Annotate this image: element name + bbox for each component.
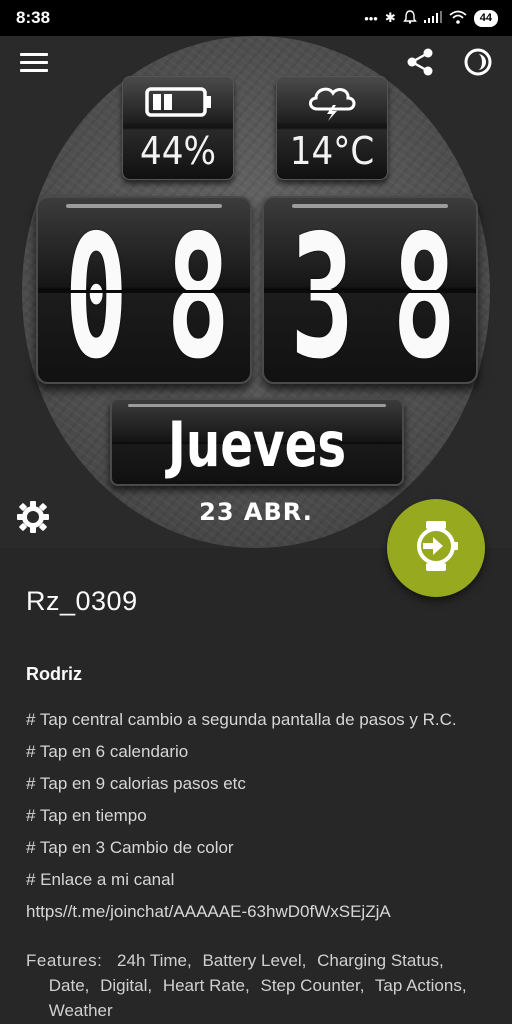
description-line: # Tap en tiempo: [26, 806, 147, 825]
minute-digits: 3 8: [264, 199, 476, 397]
feature-tag: Charging Status,: [317, 951, 444, 970]
battery-icon: [145, 87, 213, 122]
share-button[interactable]: [402, 46, 438, 82]
settings-button[interactable]: [14, 498, 52, 536]
flip-divider: [38, 290, 250, 293]
author-name[interactable]: Rodriz: [26, 664, 82, 685]
feature-tag: Digital,: [100, 976, 153, 995]
contrast-icon: [463, 47, 493, 82]
storm-cloud-icon: [305, 81, 359, 126]
feature-tag: Date,: [48, 976, 90, 995]
wifi-icon: [449, 10, 467, 27]
hour-digits: 0 8: [38, 199, 250, 397]
minute-digit-2: 8: [392, 199, 456, 397]
bluetooth-icon: ✱: [384, 10, 396, 25]
weather-tile-top: [277, 77, 387, 123]
watch-face-preview: 44% 14°C 0 8 3 8 Jueves 23 ABR.: [0, 36, 512, 548]
hamburger-menu-icon: [20, 51, 48, 78]
channel-link[interactable]: https//t.me/joinchat/AAAAAE-63hwD0fWxSEj…: [26, 902, 391, 922]
description-line: # Tap en 6 calendario: [26, 742, 189, 761]
feature-tag: Heart Rate,: [162, 976, 250, 995]
description-line: # Tap en 9 calorias pasos etc: [26, 774, 246, 793]
status-time: 8:38: [16, 8, 51, 27]
battery-complication[interactable]: 44%: [122, 76, 234, 180]
share-icon: [405, 47, 435, 82]
signal-icon: [423, 10, 442, 26]
description-line: # Tap central cambio a segunda pantalla …: [26, 710, 457, 729]
description-line: # Tap en 3 Cambio de color: [26, 838, 234, 857]
feature-tag: Battery Level,: [202, 951, 307, 970]
alarm-icon: [402, 9, 417, 27]
minute-flip-tile[interactable]: 3 8: [262, 196, 478, 384]
feature-tag: Tap Actions,: [374, 976, 467, 995]
feature-tag: Step Counter,: [260, 976, 365, 995]
battery-value: 44%: [140, 129, 216, 173]
description-line: # Enlace a mi canal: [26, 870, 175, 889]
watchface-title: Rz_0309: [26, 586, 138, 616]
gear-icon: [14, 501, 52, 540]
weather-complication[interactable]: 14°C: [276, 76, 388, 180]
day-flip-tile[interactable]: Jueves: [110, 398, 404, 486]
battery-indicator: 44: [473, 9, 498, 27]
minute-digit-1: 3: [290, 199, 354, 397]
hour-digit-2: 8: [166, 199, 230, 397]
status-bar: 8:38 ••• ✱ 44: [0, 0, 512, 36]
hour-flip-tile[interactable]: 0 8: [36, 196, 252, 384]
menu-button[interactable]: [16, 46, 52, 82]
more-dots-icon: •••: [364, 10, 378, 26]
tile-shine: [128, 404, 386, 407]
features-label: Features:: [26, 951, 103, 970]
theme-button[interactable]: [460, 46, 496, 82]
flip-divider: [264, 290, 476, 293]
features-list: Features: 24h Time, Battery Level, Charg…: [26, 948, 496, 1023]
battery-tile-top: [123, 77, 233, 123]
day-of-week: Jueves: [167, 408, 347, 481]
hour-digit-1: 0: [64, 199, 128, 397]
weather-value: 14°C: [289, 129, 375, 173]
status-icons: ••• ✱ 44: [364, 9, 498, 27]
feature-tag: Weather: [48, 1001, 113, 1020]
feature-tag: 24h Time,: [117, 951, 192, 970]
details-panel: Rz_0309 Rodriz # Tap central cambio a se…: [0, 548, 512, 1024]
